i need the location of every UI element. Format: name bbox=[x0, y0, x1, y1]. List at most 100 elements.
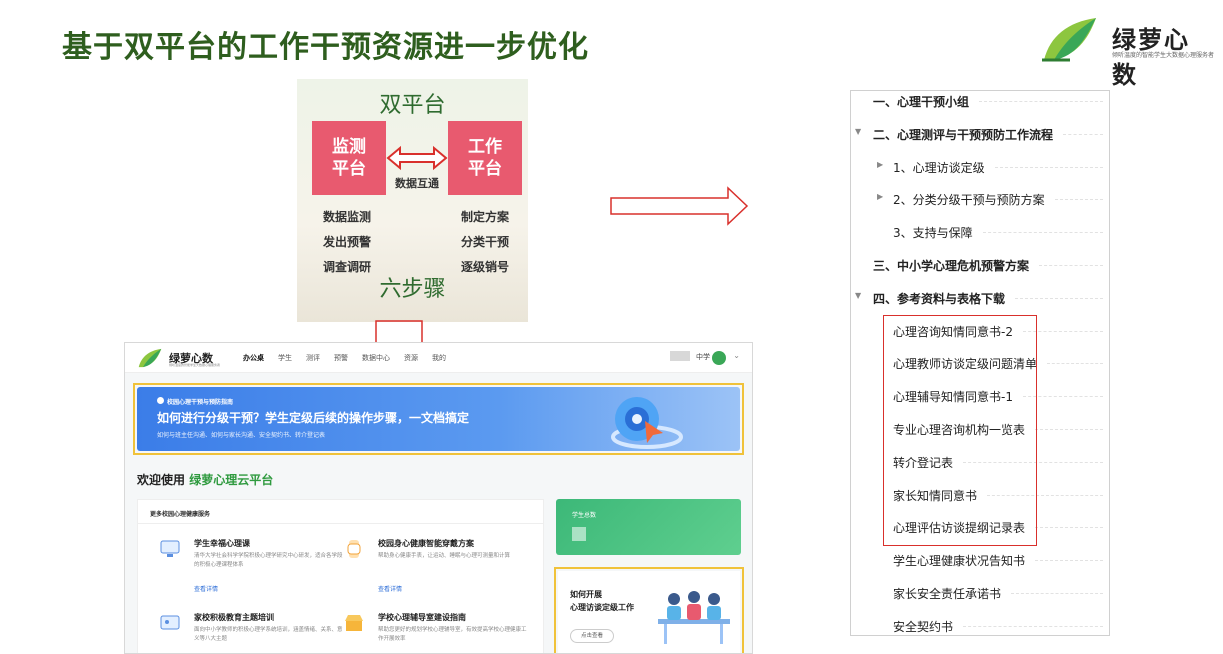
tree-item-label: 二、心理测评与干预预防工作流程 bbox=[873, 127, 1054, 142]
tree-guide-line bbox=[1039, 265, 1103, 266]
nav-item-warning[interactable]: 预警 bbox=[334, 353, 348, 363]
leaf-logo-icon bbox=[138, 348, 162, 368]
interview-promo-card: 如何开展 心理访谈定级工作 点击查看 bbox=[558, 571, 740, 653]
service-title: 学生幸福心理课 bbox=[194, 539, 250, 548]
nav-item-resources[interactable]: 资源 bbox=[404, 353, 418, 363]
double-arrow-icon bbox=[386, 145, 448, 171]
tree-guide-line bbox=[983, 232, 1103, 234]
box-line: 工作 bbox=[468, 137, 502, 157]
chevron-down-icon[interactable]: ⌄ bbox=[733, 351, 740, 360]
right-steps: 制定方案 分类干预 逐级销号 bbox=[461, 205, 509, 280]
tree-guide-line bbox=[1055, 199, 1103, 201]
service-title: 学校心理辅导室建设指南 bbox=[378, 613, 466, 622]
slide-title: 基于双平台的工作干预资源进一步优化 bbox=[62, 30, 589, 65]
service-desc: 帮助您更好的规划学校心理辅导室，有效提高学校心理健康工作开展效率 bbox=[378, 627, 527, 642]
box-line: 平台 bbox=[468, 159, 502, 179]
promo-line1: 如何开展 bbox=[570, 590, 602, 599]
banner-subtitle: 如何与班主任沟通、如何与家长沟通、安全契约书、转介登记表 bbox=[157, 432, 326, 439]
caret-down-icon[interactable]: ▼ bbox=[855, 291, 861, 300]
welcome-prefix: 欢迎使用 bbox=[137, 473, 186, 487]
diagram-title: 双平台 bbox=[379, 93, 446, 118]
nav-item-desk[interactable]: 办公桌 bbox=[243, 353, 264, 363]
guide-banner[interactable]: 校园心理干预与预防指南 如何进行分级干预？学生定级后续的操作步骤，一文档搞定 如… bbox=[137, 387, 740, 451]
divider bbox=[138, 523, 543, 524]
step-item: 发出预警 bbox=[323, 235, 372, 249]
services-card: 更多校园心理健康服务 学生幸福心理课 清华大学社会科学学院积极心理学研究中心研发… bbox=[137, 499, 544, 653]
platform-screenshot: 绿萝心数 倾听温度的智能学生大数据心理服务者 办公桌 学生 测评 预警 数据中心… bbox=[124, 342, 753, 654]
nav-item-assessment[interactable]: 测评 bbox=[306, 353, 320, 363]
caret-right-icon[interactable]: ▶ bbox=[877, 160, 883, 169]
tree-item-label: 家长安全责任承诺书 bbox=[893, 587, 1002, 601]
tree-item[interactable]: 学生心理健康状况告知书 bbox=[851, 552, 1109, 585]
caret-right-icon[interactable]: ▶ bbox=[877, 192, 883, 201]
tree-item[interactable]: ▼ 二、心理测评与干预预防工作流程 bbox=[851, 126, 1109, 159]
meeting-illustration-icon bbox=[658, 591, 730, 644]
tree-item[interactable]: 3、支持与保障 bbox=[851, 224, 1109, 257]
tree-guide-line bbox=[1015, 297, 1103, 299]
tree-item-label: 1、心理访谈定级 bbox=[893, 160, 985, 175]
step-item: 制定方案 bbox=[461, 210, 510, 224]
dual-platform-diagram: 双平台 监测 平台 数据互通 工作 平台 数据监测 发出预警 调查调研 制定方案… bbox=[297, 79, 528, 322]
tree-item-label: 三、中小学心理危机预警方案 bbox=[873, 259, 1030, 273]
user-school-label: 中学 bbox=[696, 353, 710, 361]
blurred-stat-value bbox=[572, 527, 586, 541]
tree-guide-line bbox=[1063, 133, 1103, 135]
view-button[interactable]: 点击查看 bbox=[570, 629, 614, 643]
arrow-right-icon bbox=[610, 186, 749, 226]
nav-brand-sub: 倾听温度的智能学生大数据心理服务者 bbox=[169, 363, 221, 367]
watch-icon bbox=[347, 540, 361, 558]
diagram-footer: 六步骤 bbox=[379, 277, 446, 302]
avatar[interactable] bbox=[712, 351, 726, 365]
tree-guide-line bbox=[995, 166, 1103, 168]
tree-item[interactable]: ▶ 1、心理访谈定级 bbox=[851, 159, 1109, 192]
services-header: 更多校园心理健康服务 bbox=[150, 511, 211, 518]
tree-item-label: 一、心理干预小组 bbox=[873, 95, 970, 109]
service-title: 家校积极教育主题培训 bbox=[194, 613, 274, 622]
left-steps: 数据监测 发出预警 调查调研 bbox=[323, 205, 371, 280]
work-platform-box: 工作 平台 bbox=[448, 121, 522, 195]
tree-item[interactable]: 一、心理干预小组 bbox=[851, 93, 1109, 126]
tree-item[interactable]: ▶ 2、分类分级干预与预防方案 bbox=[851, 191, 1109, 224]
service-desc: 帮助身心健康手表，让运动、睡眠与心理可测量和计算 bbox=[378, 553, 511, 559]
nav-item-data-center[interactable]: 数据中心 bbox=[362, 353, 390, 363]
service-desc: 清华大学社会科学学院积极心理学研究中心研发，适合各学段的积极心理课程体系 bbox=[194, 553, 343, 568]
step-item: 分类干预 bbox=[461, 235, 510, 249]
box-line: 平台 bbox=[332, 159, 366, 179]
caret-down-icon[interactable]: ▼ bbox=[855, 127, 861, 136]
nav-item-students[interactable]: 学生 bbox=[278, 353, 292, 363]
tree-guide-line bbox=[963, 625, 1103, 627]
nav-items: 办公桌 学生 测评 预警 数据中心 资源 我的 bbox=[243, 353, 446, 363]
data-sync-label: 数据互通 bbox=[395, 177, 439, 190]
tree-item-label: 四、参考资料与表格下载 bbox=[873, 291, 1006, 306]
box-line: 监测 bbox=[332, 137, 366, 157]
brand-slogan: 倾听温度的智能学生大数据心理服务者 bbox=[1112, 52, 1215, 59]
service-link[interactable]: 查看详情 bbox=[378, 584, 402, 593]
stat-label: 学生总数 bbox=[572, 512, 597, 519]
monitor-platform-box: 监测 平台 bbox=[312, 121, 386, 195]
tree-item[interactable]: 三、中小学心理危机预警方案 bbox=[851, 257, 1109, 290]
tree-guide-line bbox=[979, 101, 1103, 102]
service-title: 校园身心健康智能穿戴方案 bbox=[378, 539, 474, 548]
check-icon bbox=[157, 397, 164, 404]
download-highlight-box bbox=[883, 315, 1037, 546]
service-desc: 面向中小学教师的积极心理学系统培训，涵盖情绪、关系、意义等八大主题 bbox=[194, 627, 343, 642]
tree-item[interactable]: 家长安全责任承诺书 bbox=[851, 585, 1109, 618]
tree-guide-line bbox=[1035, 527, 1103, 529]
tree-item-label: 2、分类分级干预与预防方案 bbox=[893, 193, 1045, 208]
tree-guide-line bbox=[1011, 593, 1103, 594]
banner-tag: 校园心理干预与预防指南 bbox=[167, 399, 234, 406]
student-total-card: 学生总数 bbox=[556, 499, 741, 555]
tree-item-label: 3、支持与保障 bbox=[893, 226, 973, 241]
banner-title: 如何进行分级干预？学生定级后续的操作步骤，一文档搞定 bbox=[157, 411, 470, 425]
tree-item-label: 学生心理健康状况告知书 bbox=[893, 554, 1026, 569]
step-item: 数据监测 bbox=[323, 210, 372, 224]
service-link[interactable]: 查看详情 bbox=[194, 584, 218, 593]
welcome-heading: 欢迎使用 绿萝心理云平台 bbox=[137, 471, 273, 488]
monitor-icon bbox=[160, 540, 180, 557]
leaf-logo-icon bbox=[1042, 18, 1096, 62]
tree-guide-line bbox=[1047, 363, 1103, 365]
welcome-brand: 绿萝心理云平台 bbox=[189, 473, 274, 487]
nav-item-mine[interactable]: 我的 bbox=[432, 353, 446, 363]
tree-guide-line bbox=[1035, 560, 1103, 562]
tree-item[interactable]: 安全契约书 bbox=[851, 618, 1109, 635]
